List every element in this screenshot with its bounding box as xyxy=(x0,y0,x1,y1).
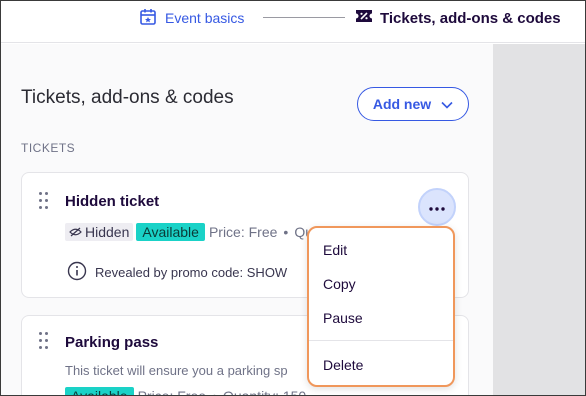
meta-bullet: • xyxy=(283,224,289,240)
drag-handle-icon[interactable] xyxy=(39,332,49,350)
ticket-name: Parking pass xyxy=(65,334,159,351)
menu-item-copy[interactable]: Copy xyxy=(323,276,356,292)
menu-item-edit[interactable]: Edit xyxy=(323,242,347,258)
hidden-badge: Hidden xyxy=(65,223,134,241)
actions-menu: Edit Copy Pause Delete xyxy=(307,226,455,387)
ticket-description: This ticket will ensure you a parking sp xyxy=(65,363,288,378)
chevron-down-icon xyxy=(441,96,453,112)
promo-info: Revealed by promo code: SHOW xyxy=(67,261,287,284)
ticket-quantity: Quantity: 150 xyxy=(222,388,307,396)
ticket-meta: Available Price: Free • Quantity: 150 xyxy=(65,387,307,396)
meta-bullet: • xyxy=(212,388,217,396)
drag-handle-icon[interactable] xyxy=(39,192,49,210)
eye-off-icon xyxy=(69,224,82,240)
more-actions-button[interactable] xyxy=(418,188,456,226)
page-title: Tickets, add-ons & codes xyxy=(21,87,234,108)
calendar-icon xyxy=(139,8,157,29)
step-tickets[interactable]: Tickets, add-ons & codes xyxy=(355,9,561,27)
step-event-basics-label: Event basics xyxy=(165,10,245,26)
stepper-connector xyxy=(263,17,345,18)
stepper: Event basics Tickets, add-ons & codes xyxy=(1,1,585,43)
add-new-button[interactable]: Add new xyxy=(357,87,469,121)
menu-divider xyxy=(309,340,453,341)
side-panel xyxy=(493,44,585,395)
menu-item-delete[interactable]: Delete xyxy=(323,357,363,373)
ticket-icon xyxy=(355,8,373,28)
ticket-price: Price: Free xyxy=(137,388,207,396)
status-badge: Available xyxy=(136,223,205,241)
status-badge: Available xyxy=(65,387,134,395)
info-icon xyxy=(67,261,87,284)
section-label-tickets: TICKETS xyxy=(21,141,76,155)
more-horizontal-icon xyxy=(429,198,445,216)
step-event-basics[interactable]: Event basics xyxy=(139,8,245,29)
step-tickets-label: Tickets, add-ons & codes xyxy=(380,9,561,27)
add-new-label: Add new xyxy=(372,96,432,112)
menu-item-pause[interactable]: Pause xyxy=(323,310,363,326)
app-frame: Event basics Tickets, add-ons & codes Ti… xyxy=(0,0,586,396)
promo-info-text: Revealed by promo code: SHOW xyxy=(95,265,288,280)
ticket-name: Hidden ticket xyxy=(65,193,160,210)
ticket-meta: Hidden Available Price: Free • Qu xyxy=(65,223,313,241)
ticket-price: Price: Free xyxy=(208,224,278,240)
